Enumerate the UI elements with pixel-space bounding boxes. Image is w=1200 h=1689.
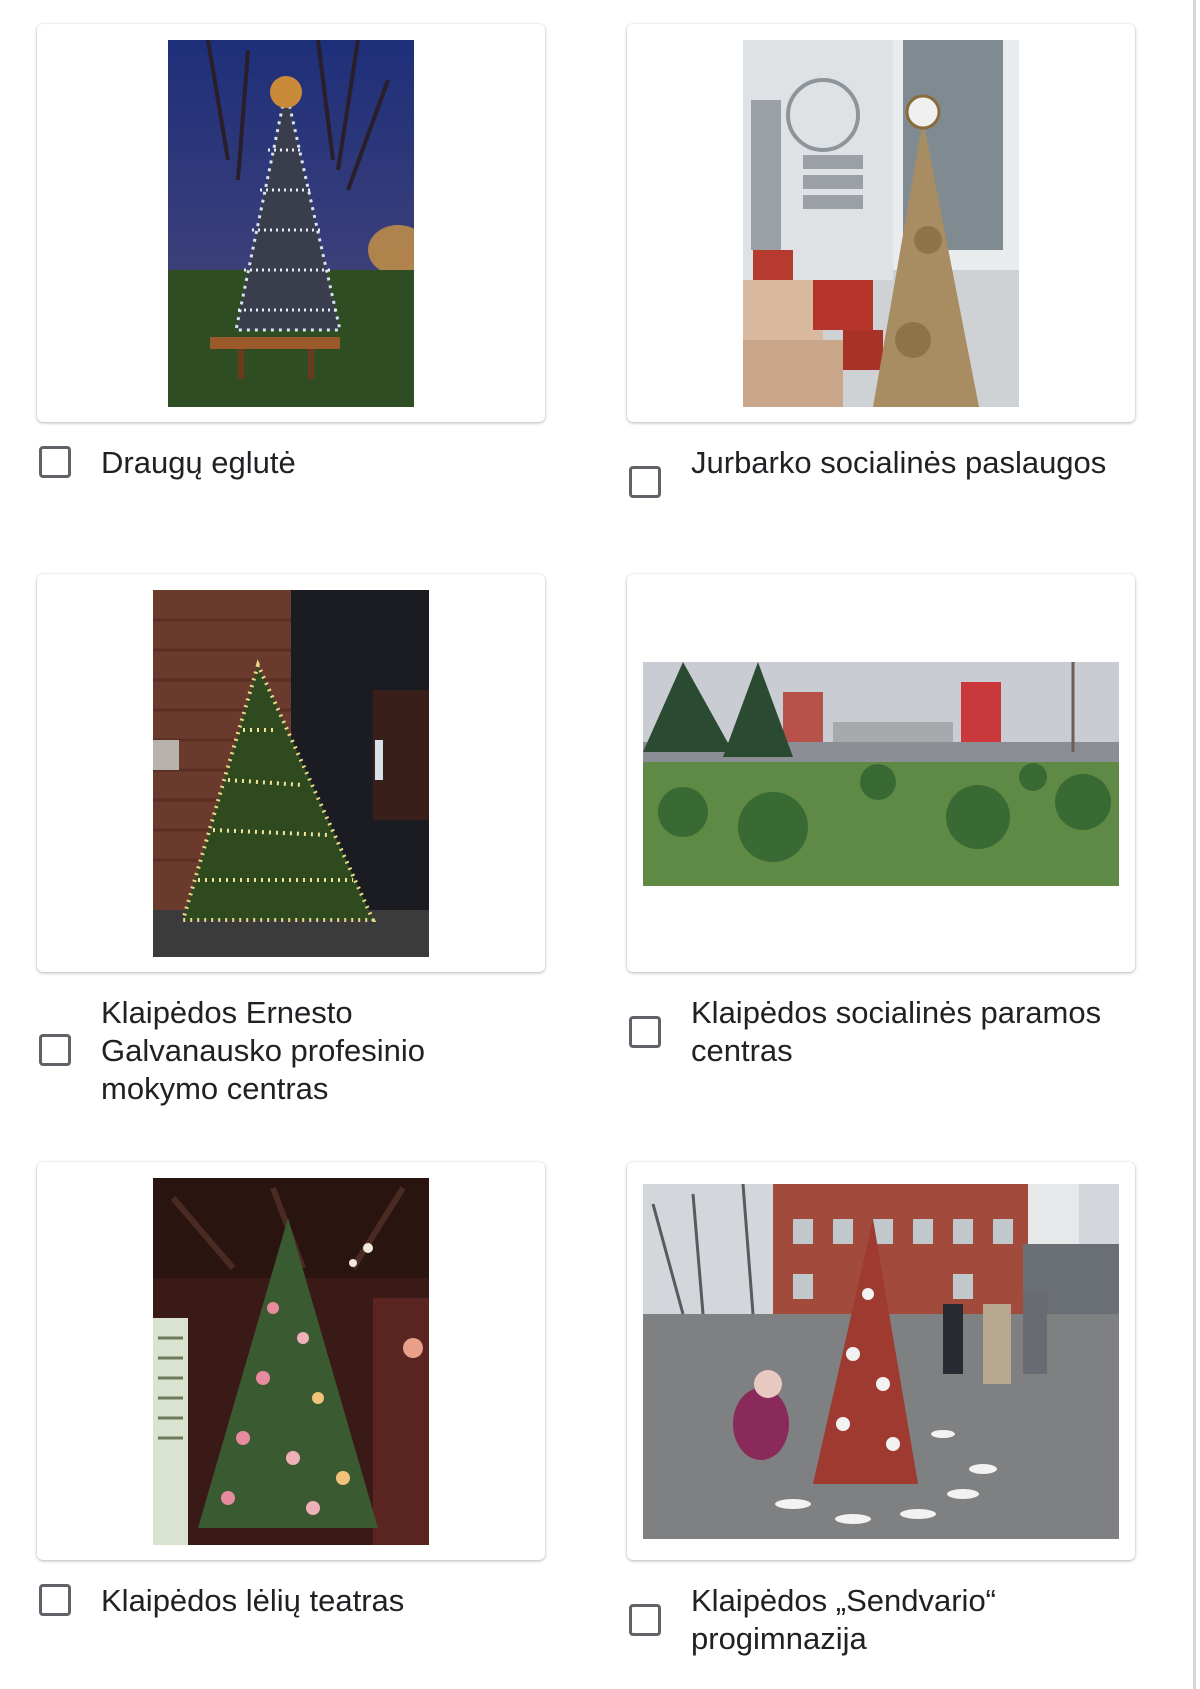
option-image (743, 40, 1019, 407)
option-choice[interactable]: Klaipėdos Ernesto Galvanausko profesinio… (37, 995, 545, 1114)
option-draugu-eglute[interactable]: Draugų eglutė (37, 24, 545, 494)
option-label: Klaipėdos socialinės paramos centras (691, 995, 1102, 1068)
option-klaipedos-leliu-teatras[interactable]: Klaipėdos lėlių teatras (37, 1162, 545, 1632)
option-klaipedos-socialines-paramos-centras[interactable]: Klaipėdos socialinės paramos centras (627, 574, 1135, 1074)
option-choice[interactable]: Draugų eglutė (37, 445, 545, 494)
option-checkbox[interactable] (39, 446, 71, 478)
image-card (627, 24, 1135, 422)
option-checkbox[interactable] (629, 1604, 661, 1636)
option-checkbox[interactable] (39, 1584, 71, 1616)
option-image (153, 1178, 429, 1545)
image-card (37, 1162, 545, 1560)
option-checkbox[interactable] (629, 1016, 661, 1048)
image-card (627, 1162, 1135, 1560)
image-card (37, 24, 545, 422)
option-klaipedos-ernesto-galvanausko[interactable]: Klaipėdos Ernesto Galvanausko profesinio… (37, 574, 545, 1114)
option-label: Klaipėdos lėlių teatras (101, 1583, 405, 1618)
option-label: Klaipėdos „Sendvario“ progimnazija (691, 1583, 997, 1656)
option-klaipedos-sendvario-progimnazija[interactable]: Klaipėdos „Sendvario“ progimnazija (627, 1162, 1135, 1662)
image-card (37, 574, 545, 972)
option-choice[interactable]: Klaipėdos „Sendvario“ progimnazija (627, 1583, 1135, 1662)
option-choice[interactable]: Jurbarko socialinės paslaugos (627, 445, 1135, 524)
option-image (153, 590, 429, 957)
option-checkbox[interactable] (39, 1034, 71, 1066)
option-label: Draugų eglutė (101, 445, 296, 480)
option-label: Jurbarko socialinės paslaugos (691, 445, 1107, 480)
option-label: Klaipėdos Ernesto Galvanausko profesinio… (101, 995, 425, 1106)
option-checkbox[interactable] (629, 466, 661, 498)
option-image (168, 40, 414, 407)
option-image (643, 662, 1119, 886)
image-card (627, 574, 1135, 972)
scrollbar[interactable] (1193, 0, 1196, 1689)
option-image (643, 1184, 1119, 1539)
option-jurbarko-socialines-paslaugos[interactable]: Jurbarko socialinės paslaugos (627, 24, 1135, 524)
option-choice[interactable]: Klaipėdos socialinės paramos centras (627, 995, 1135, 1074)
option-choice[interactable]: Klaipėdos lėlių teatras (37, 1583, 545, 1632)
